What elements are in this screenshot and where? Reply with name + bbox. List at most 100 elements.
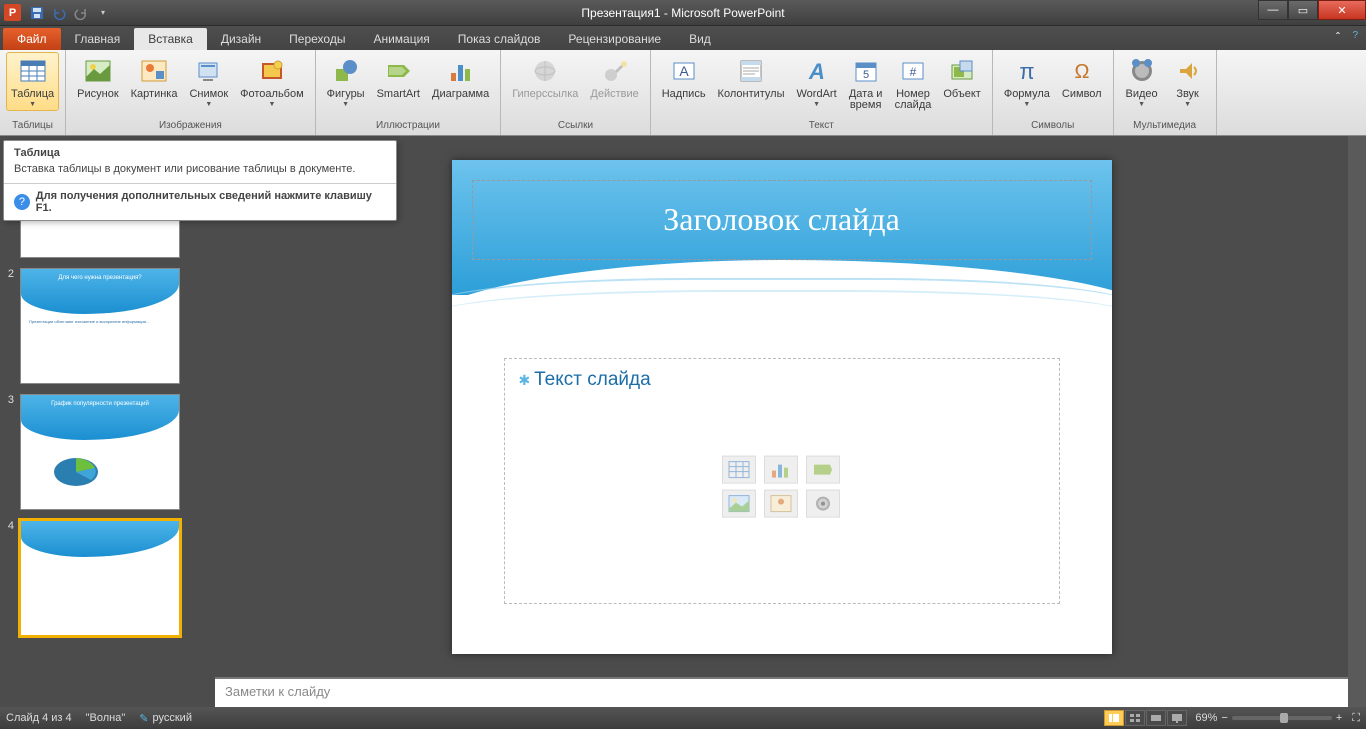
tab-вид[interactable]: Вид bbox=[675, 28, 725, 50]
zoom-slider[interactable] bbox=[1232, 716, 1332, 720]
svg-text:Ω: Ω bbox=[1074, 61, 1089, 83]
picture-icon bbox=[82, 55, 114, 87]
thumbnail-panel[interactable]: 1Разработка презентации2Для чего нужна п… bbox=[0, 136, 215, 707]
thumbnail-3[interactable]: 3График популярности презентаций bbox=[4, 394, 215, 510]
video-label: Видео bbox=[1126, 89, 1158, 100]
photoalbum-label: Фотоальбом bbox=[240, 89, 304, 100]
equation-icon: π bbox=[1011, 55, 1043, 87]
tab-рецензирование[interactable]: Рецензирование bbox=[554, 28, 675, 50]
normal-view-button[interactable] bbox=[1104, 710, 1124, 726]
insert-clipart-icon[interactable] bbox=[764, 490, 798, 518]
qat-dropdown-icon[interactable]: ▾ bbox=[93, 3, 113, 23]
thumbnail-2[interactable]: 2Для чего нужна презентация?Презентации … bbox=[4, 268, 215, 384]
dropdown-arrow-icon: ▼ bbox=[813, 101, 820, 108]
thumbnail-slide[interactable]: График популярности презентаций bbox=[20, 394, 180, 510]
shapes-button[interactable]: Фигуры▼ bbox=[322, 52, 370, 111]
tooltip-footer-text: Для получения дополнительных сведений на… bbox=[36, 190, 386, 214]
insert-table-icon[interactable] bbox=[722, 456, 756, 484]
wordart-button[interactable]: AWordArt▼ bbox=[792, 52, 842, 111]
ribbon-group-таблицы: Таблица▼Таблицы bbox=[0, 50, 66, 135]
hyperlink-label: Гиперссылка bbox=[512, 89, 578, 100]
smartart-button[interactable]: SmartArt bbox=[372, 52, 425, 103]
slide[interactable]: Заголовок слайда Текст слайда bbox=[452, 160, 1112, 654]
textbox-button[interactable]: AНадпись bbox=[657, 52, 711, 103]
minimize-button[interactable]: — bbox=[1258, 0, 1288, 20]
tab-file[interactable]: Файл bbox=[3, 28, 61, 50]
tab-вставка[interactable]: Вставка bbox=[134, 28, 207, 50]
window-controls: — ▭ ✕ bbox=[1258, 0, 1366, 20]
slide-counter[interactable]: Слайд 4 из 4 bbox=[6, 712, 72, 724]
zoom-in-button[interactable]: + bbox=[1336, 712, 1342, 724]
ribbon-group-текст: AНадпись Колонтитулы AWordArt▼5Дата ивремя… bbox=[651, 50, 993, 135]
slideshow-view-button[interactable] bbox=[1167, 710, 1187, 726]
table-label: Таблица bbox=[11, 89, 54, 100]
content-placeholder[interactable]: Текст слайда bbox=[504, 358, 1060, 604]
photoalbum-icon bbox=[256, 55, 288, 87]
theme-name[interactable]: "Волна" bbox=[86, 712, 126, 724]
headerfooter-label: Колонтитулы bbox=[718, 89, 785, 100]
thumbnail-slide[interactable]: Для чего нужна презентация?Презентации о… bbox=[20, 268, 180, 384]
tab-показ слайдов[interactable]: Показ слайдов bbox=[444, 28, 555, 50]
group-label: Мультимедиа bbox=[1120, 119, 1210, 133]
thumbnail-4[interactable]: 4 bbox=[4, 520, 215, 636]
vertical-scrollbar[interactable] bbox=[1348, 136, 1366, 707]
clipart-icon bbox=[138, 55, 170, 87]
tooltip-body: Вставка таблицы в документ или рисование… bbox=[4, 161, 396, 183]
content-icons bbox=[722, 456, 842, 518]
object-button[interactable]: Объект bbox=[938, 52, 985, 103]
undo-icon[interactable] bbox=[49, 3, 69, 23]
audio-label: Звук bbox=[1176, 89, 1199, 100]
insert-picture-icon[interactable] bbox=[722, 490, 756, 518]
insert-media-icon[interactable] bbox=[806, 490, 840, 518]
sorter-view-button[interactable] bbox=[1125, 710, 1145, 726]
audio-button[interactable]: Звук▼ bbox=[1166, 52, 1210, 111]
tab-анимация[interactable]: Анимация bbox=[359, 28, 443, 50]
dropdown-arrow-icon: ▼ bbox=[1184, 101, 1191, 108]
equation-button[interactable]: πФормула▼ bbox=[999, 52, 1055, 111]
tab-главная[interactable]: Главная bbox=[61, 28, 135, 50]
save-icon[interactable] bbox=[27, 3, 47, 23]
photoalbum-button[interactable]: Фотоальбом▼ bbox=[235, 52, 309, 111]
content-placeholder-text: Текст слайда bbox=[519, 369, 1045, 391]
picture-button[interactable]: Рисунок bbox=[72, 52, 124, 103]
slidenum-label: Номерслайда bbox=[895, 89, 932, 111]
status-bar: Слайд 4 из 4 "Волна" ✎ русский 69% − + ⛶ bbox=[0, 707, 1366, 729]
reading-view-button[interactable] bbox=[1146, 710, 1166, 726]
notes-pane[interactable]: Заметки к слайду bbox=[215, 677, 1348, 707]
video-button[interactable]: Видео▼ bbox=[1120, 52, 1164, 111]
svg-text:A: A bbox=[679, 63, 689, 79]
zoom-out-button[interactable]: − bbox=[1221, 712, 1227, 724]
help-icon[interactable]: ˆ bbox=[1336, 30, 1340, 44]
clipart-button[interactable]: Картинка bbox=[126, 52, 183, 103]
screenshot-button[interactable]: Снимок▼ bbox=[184, 52, 233, 111]
symbol-label: Символ bbox=[1062, 89, 1102, 100]
redo-icon[interactable] bbox=[71, 3, 91, 23]
headerfooter-button[interactable]: Колонтитулы bbox=[713, 52, 790, 103]
ribbon-group-мультимедиа: Видео▼Звук▼Мультимедиа bbox=[1114, 50, 1217, 135]
symbol-button[interactable]: Ω Символ bbox=[1057, 52, 1107, 103]
ribbon-help-icon[interactable]: ? bbox=[1352, 30, 1358, 41]
insert-smartart-icon[interactable] bbox=[806, 456, 840, 484]
language-indicator[interactable]: ✎ русский bbox=[139, 712, 192, 725]
zoom-controls: 69% − + ⛶ bbox=[1195, 712, 1360, 725]
tab-дизайн[interactable]: Дизайн bbox=[207, 28, 275, 50]
datetime-button[interactable]: 5Дата ивремя bbox=[844, 52, 888, 114]
close-button[interactable]: ✕ bbox=[1318, 0, 1366, 20]
maximize-button[interactable]: ▭ bbox=[1288, 0, 1318, 20]
table-button[interactable]: Таблица▼ bbox=[6, 52, 59, 111]
language-label: русский bbox=[153, 712, 192, 724]
thumbnail-number: 4 bbox=[4, 520, 16, 636]
title-placeholder[interactable]: Заголовок слайда bbox=[472, 180, 1092, 260]
slidenum-button[interactable]: #Номерслайда bbox=[890, 52, 937, 114]
tab-переходы[interactable]: Переходы bbox=[275, 28, 359, 50]
picture-label: Рисунок bbox=[77, 89, 119, 100]
insert-chart-icon[interactable] bbox=[764, 456, 798, 484]
zoom-level[interactable]: 69% bbox=[1195, 712, 1217, 724]
thumbnail-title: Для чего нужна презентация? bbox=[27, 275, 173, 281]
group-label: Иллюстрации bbox=[322, 119, 495, 133]
smartart-icon bbox=[382, 55, 414, 87]
thumbnail-slide[interactable] bbox=[20, 520, 180, 636]
fit-to-window-button[interactable]: ⛶ bbox=[1352, 712, 1360, 725]
hyperlink-button: Гиперссылка bbox=[507, 52, 583, 103]
chart-button[interactable]: Диаграмма bbox=[427, 52, 494, 103]
